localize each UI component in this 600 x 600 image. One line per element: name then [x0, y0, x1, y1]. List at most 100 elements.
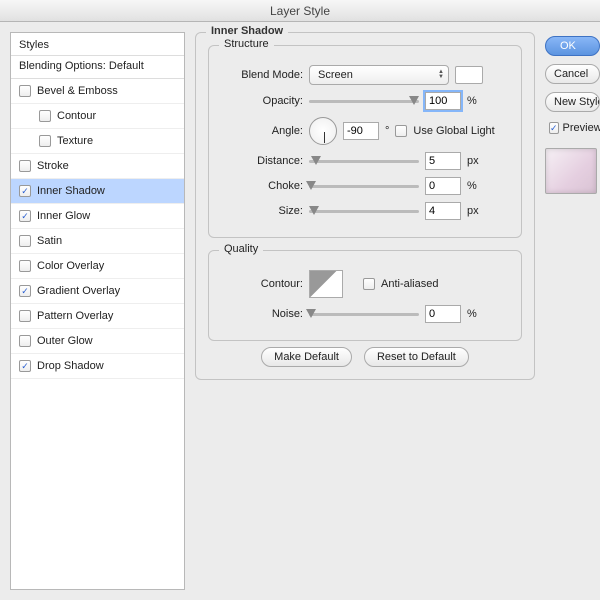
style-item-contour[interactable]: Contour — [11, 104, 184, 129]
style-checkbox[interactable] — [19, 335, 31, 347]
style-label: Contour — [57, 110, 96, 122]
quality-title: Quality — [219, 243, 263, 255]
style-item-drop-shadow[interactable]: Drop Shadow — [11, 354, 184, 379]
style-label: Drop Shadow — [37, 360, 104, 372]
style-item-texture[interactable]: Texture — [11, 129, 184, 154]
styles-list: Bevel & Emboss Contour Texture Stroke Inner … — [11, 79, 184, 379]
distance-slider[interactable] — [309, 154, 419, 168]
panel-title: Inner Shadow — [206, 25, 288, 37]
preview-row: Preview — [545, 122, 600, 134]
anti-aliased-label: Anti-aliased — [381, 278, 438, 290]
quality-group: Quality Contour: Anti-aliased Noise: % — [208, 250, 522, 341]
contour-row: Contour: Anti-aliased — [221, 270, 509, 298]
style-checkbox[interactable] — [19, 285, 31, 297]
window-titlebar: Layer Style — [0, 0, 600, 22]
styles-header[interactable]: Styles — [11, 33, 184, 56]
noise-row: Noise: % — [221, 305, 509, 323]
style-checkbox[interactable] — [39, 110, 51, 122]
opacity-unit: % — [467, 95, 477, 107]
chevron-updown-icon: ▲▼ — [438, 70, 444, 80]
style-label: Color Overlay — [37, 260, 104, 272]
shadow-color-swatch[interactable] — [455, 66, 483, 84]
make-default-button[interactable]: Make Default — [261, 347, 352, 367]
style-item-bevel-emboss[interactable]: Bevel & Emboss — [11, 79, 184, 104]
angle-unit: ° — [385, 125, 389, 137]
blend-mode-row: Blend Mode: Screen ▲▼ — [221, 65, 509, 85]
opacity-input[interactable] — [425, 92, 461, 110]
blend-mode-label: Blend Mode: — [221, 69, 303, 81]
cancel-button[interactable]: Cancel — [545, 64, 600, 84]
styles-panel: Styles Blending Options: Default Bevel &… — [10, 32, 185, 590]
angle-dial[interactable] — [309, 117, 337, 145]
style-label: Bevel & Emboss — [37, 85, 118, 97]
style-checkbox[interactable] — [19, 185, 31, 197]
noise-slider[interactable] — [309, 307, 419, 321]
reset-default-button[interactable]: Reset to Default — [364, 347, 469, 367]
style-item-stroke[interactable]: Stroke — [11, 154, 184, 179]
size-row: Size: px — [221, 202, 509, 220]
anti-aliased-checkbox[interactable] — [363, 278, 375, 290]
style-item-inner-glow[interactable]: Inner Glow — [11, 204, 184, 229]
use-global-light-checkbox[interactable] — [395, 125, 407, 137]
style-label: Texture — [57, 135, 93, 147]
style-checkbox[interactable] — [19, 85, 31, 97]
style-checkbox[interactable] — [19, 360, 31, 372]
choke-unit: % — [467, 180, 477, 192]
style-checkbox[interactable] — [19, 210, 31, 222]
style-checkbox[interactable] — [19, 235, 31, 247]
style-item-color-overlay[interactable]: Color Overlay — [11, 254, 184, 279]
structure-group: Structure Blend Mode: Screen ▲▼ Opacity: — [208, 45, 522, 238]
opacity-row: Opacity: % — [221, 92, 509, 110]
distance-unit: px — [467, 155, 479, 167]
new-style-button[interactable]: New Style... — [545, 92, 600, 112]
size-label: Size: — [221, 205, 303, 217]
inner-shadow-group: Inner Shadow Structure Blend Mode: Scree… — [195, 32, 535, 380]
size-slider[interactable] — [309, 204, 419, 218]
noise-input[interactable] — [425, 305, 461, 323]
distance-row: Distance: px — [221, 152, 509, 170]
style-label: Outer Glow — [37, 335, 93, 347]
opacity-label: Opacity: — [221, 95, 303, 107]
style-checkbox[interactable] — [19, 160, 31, 172]
angle-row: Angle: ° Use Global Light — [221, 117, 509, 145]
style-checkbox[interactable] — [19, 310, 31, 322]
size-input[interactable] — [425, 202, 461, 220]
dialog-content: Styles Blending Options: Default Bevel &… — [0, 22, 600, 600]
structure-title: Structure — [219, 38, 274, 50]
use-global-light-label: Use Global Light — [413, 125, 494, 137]
contour-label: Contour: — [221, 278, 303, 290]
choke-row: Choke: % — [221, 177, 509, 195]
opacity-slider[interactable] — [309, 94, 419, 108]
style-checkbox[interactable] — [39, 135, 51, 147]
angle-label: Angle: — [221, 125, 303, 137]
style-item-gradient-overlay[interactable]: Gradient Overlay — [11, 279, 184, 304]
distance-label: Distance: — [221, 155, 303, 167]
style-item-pattern-overlay[interactable]: Pattern Overlay — [11, 304, 184, 329]
style-label: Stroke — [37, 160, 69, 172]
choke-label: Choke: — [221, 180, 303, 192]
blend-mode-value: Screen — [318, 69, 353, 81]
angle-input[interactable] — [343, 122, 379, 140]
blend-mode-dropdown[interactable]: Screen ▲▼ — [309, 65, 449, 85]
style-item-satin[interactable]: Satin — [11, 229, 184, 254]
style-checkbox[interactable] — [19, 260, 31, 272]
ok-button[interactable]: OK — [545, 36, 600, 56]
size-unit: px — [467, 205, 479, 217]
right-buttons: OK Cancel New Style... Preview — [545, 32, 600, 590]
style-label: Inner Glow — [37, 210, 90, 222]
preview-thumbnail — [545, 148, 597, 194]
distance-input[interactable] — [425, 152, 461, 170]
style-item-outer-glow[interactable]: Outer Glow — [11, 329, 184, 354]
window-title: Layer Style — [270, 4, 330, 18]
contour-picker[interactable] — [309, 270, 343, 298]
style-item-inner-shadow[interactable]: Inner Shadow — [11, 179, 184, 204]
preview-label: Preview — [563, 122, 600, 134]
noise-unit: % — [467, 308, 477, 320]
style-label: Gradient Overlay — [37, 285, 120, 297]
choke-slider[interactable] — [309, 179, 419, 193]
blending-options[interactable]: Blending Options: Default — [11, 56, 184, 79]
style-label: Pattern Overlay — [37, 310, 113, 322]
choke-input[interactable] — [425, 177, 461, 195]
main-panel: Inner Shadow Structure Blend Mode: Scree… — [195, 32, 535, 590]
preview-checkbox[interactable] — [549, 122, 559, 134]
